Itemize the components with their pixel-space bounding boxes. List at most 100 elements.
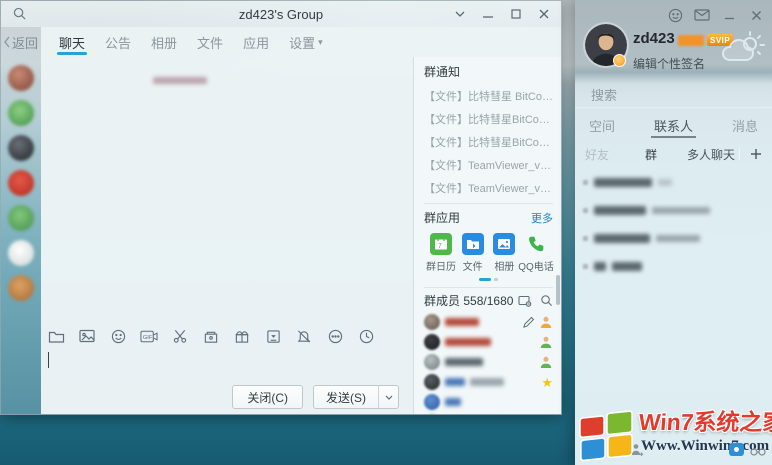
members-count: 558/1680 (463, 294, 513, 308)
minimize-button[interactable] (477, 4, 499, 24)
member-row[interactable] (424, 312, 553, 332)
notice-item[interactable]: 【文件】比特彗星BitComet设置... (424, 130, 553, 153)
group-avatar[interactable] (8, 100, 34, 126)
notice-item[interactable]: 【文件】比特彗星 BitComet 设置... (424, 84, 553, 107)
send-options-button[interactable] (378, 386, 398, 408)
subtab-groups[interactable]: 群 (645, 146, 657, 163)
mail-button[interactable] (694, 7, 710, 23)
tab-files[interactable]: 文件 (194, 27, 226, 57)
group-list-item[interactable] (575, 196, 772, 224)
more-button[interactable] (326, 327, 344, 345)
gif-icon: GIF (140, 330, 158, 343)
group-name-blur (594, 262, 606, 271)
group-avatar[interactable] (8, 65, 34, 91)
history-button[interactable] (357, 327, 375, 345)
folder-icon (48, 329, 65, 344)
tab-album[interactable]: 相册 (148, 27, 180, 57)
back-label: 返回 (12, 33, 38, 52)
collapse-mark (583, 208, 588, 213)
search-input[interactable] (591, 88, 767, 103)
minimize-button[interactable] (721, 7, 737, 23)
close-icon (751, 10, 762, 21)
apps-more-link[interactable]: 更多 (531, 210, 553, 226)
notice-item[interactable]: 【文件】TeamViewer_v12.0.884... (424, 153, 553, 176)
tab-qzone[interactable]: 空间 (589, 112, 615, 138)
tab-messages[interactable]: 消息 (732, 112, 758, 138)
file-button[interactable] (47, 327, 65, 345)
blurred-timestamp (153, 77, 207, 84)
member-row[interactable] (424, 392, 553, 412)
group-list-item[interactable] (575, 168, 772, 196)
message-area (41, 57, 413, 324)
apps-title: 群应用 (424, 209, 460, 226)
add-button[interactable] (739, 148, 762, 160)
group-avatar[interactable] (8, 205, 34, 231)
subtab-multichat[interactable]: 多人聊天 (687, 146, 735, 163)
app-qq-call[interactable]: QQ电话 (521, 233, 551, 273)
app-files[interactable]: 文件 (458, 233, 488, 273)
close-button[interactable] (748, 7, 764, 23)
chevron-down-icon (385, 395, 393, 400)
group-avatar[interactable] (8, 135, 34, 161)
close-button[interactable] (533, 4, 555, 24)
member-search-icon[interactable] (540, 294, 553, 307)
chat-title-bar: zd423's Group (1, 1, 561, 27)
image-button[interactable] (78, 327, 96, 345)
weather-widget[interactable] (720, 28, 766, 70)
panel-tabs: 空间 联系人 消息 (575, 112, 772, 138)
member-list: ★ (424, 312, 553, 414)
message-input[interactable] (41, 348, 413, 380)
member-list-scrollbar[interactable] (556, 275, 560, 305)
member-avatar (424, 374, 440, 390)
red-packet-icon (203, 329, 219, 344)
notice-item[interactable]: 【文件】TeamViewer_v12.0.884... (424, 176, 553, 199)
maximize-button[interactable] (505, 4, 527, 24)
app-calendar[interactable]: 7 群日历 (426, 233, 456, 273)
ellipsis-circle-icon (328, 329, 343, 344)
group-avatar[interactable] (8, 240, 34, 266)
minimize-icon (724, 10, 735, 21)
calendar-icon: 7 (430, 233, 452, 255)
qq-main-panel: zd423 SVIP 编辑个性签名 空间 联系人 消息 好友 群 多人聊天 (575, 0, 772, 465)
tab-announcement[interactable]: 公告 (102, 27, 134, 57)
vote-button[interactable] (264, 327, 282, 345)
member-row[interactable] (424, 412, 553, 414)
gif-button[interactable]: GIF (140, 327, 158, 345)
group-list (575, 168, 772, 280)
gift-button[interactable] (233, 327, 251, 345)
tab-chat[interactable]: 聊天 (56, 27, 88, 57)
screenshot-button[interactable] (171, 327, 189, 345)
image-icon (79, 329, 95, 343)
notice-item[interactable]: 【文件】比特彗星BitComet设置... (424, 107, 553, 130)
close-chat-button[interactable]: 关闭(C) (232, 385, 303, 409)
group-avatar[interactable] (8, 170, 34, 196)
no-disturb-button[interactable] (295, 327, 313, 345)
subtab-friends[interactable]: 好友 (585, 146, 609, 163)
red-packet-button[interactable] (202, 327, 220, 345)
emoji-button[interactable] (109, 327, 127, 345)
scissors-icon (172, 329, 188, 344)
apps-pagination[interactable] (424, 275, 553, 283)
member-row[interactable] (424, 352, 553, 372)
text-caret (48, 352, 49, 368)
face-button[interactable] (667, 7, 683, 23)
back-button[interactable]: 返回 (1, 27, 41, 57)
page-dot-active (479, 278, 491, 281)
star-icon: ★ (541, 376, 553, 389)
member-row[interactable] (424, 332, 553, 352)
member-row[interactable]: ★ (424, 372, 553, 392)
tab-apps[interactable]: 应用 (240, 27, 272, 57)
signature-edit[interactable]: 编辑个性签名 (633, 55, 705, 72)
group-list-item[interactable] (575, 252, 772, 280)
smiley-icon (111, 329, 126, 344)
tab-contacts[interactable]: 联系人 (654, 112, 693, 138)
group-list-item[interactable] (575, 224, 772, 252)
app-album[interactable]: 相册 (489, 233, 519, 273)
tab-settings[interactable]: 设置▾ (286, 27, 326, 57)
group-avatar[interactable] (8, 275, 34, 301)
rollup-button[interactable] (449, 4, 471, 24)
group-name-blur (612, 262, 642, 271)
member-name-blur (445, 378, 465, 386)
send-button[interactable]: 发送(S) (314, 386, 378, 408)
member-manage-icon[interactable] (518, 295, 532, 307)
